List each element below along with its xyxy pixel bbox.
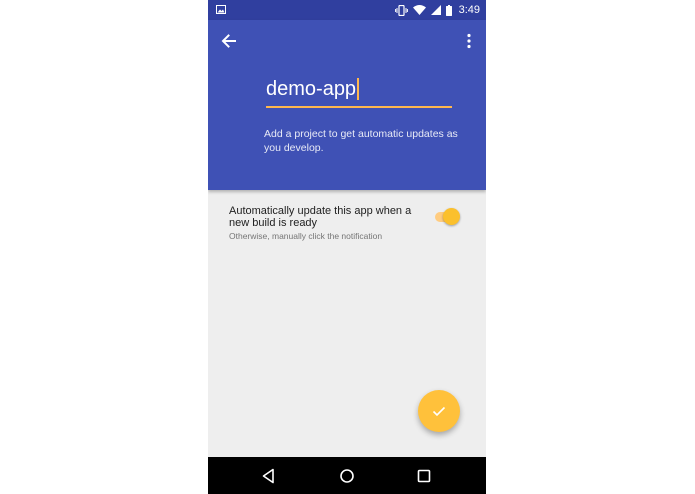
project-helper-text: Add a project to get automatic updates a… [264,128,458,154]
setting-subtitle: Otherwise, manually click the notificati… [229,231,383,241]
toggle-thumb [443,208,460,225]
wifi-icon [412,5,426,15]
nav-recents-button[interactable] [414,466,434,486]
phone-screen: 3:49 demo-app Add a project to get autom… [208,0,486,494]
signal-icon [430,5,441,15]
nav-home-icon [340,469,354,483]
nav-back-icon [262,468,274,484]
battery-icon [445,4,452,16]
status-bar: 3:49 [208,0,486,20]
arrow-back-icon [221,34,236,48]
status-icons: 3:49 [394,0,480,20]
project-name-field[interactable]: demo-app [266,76,452,108]
nav-back-button[interactable] [259,466,279,486]
project-name-input[interactable]: demo-app [266,76,356,102]
text-cursor [357,78,360,101]
check-icon [432,406,446,417]
nav-home-button[interactable] [337,466,357,486]
more-vert-icon [467,33,471,49]
image-icon [216,5,226,14]
status-time: 3:49 [458,4,480,16]
overflow-menu-button[interactable] [462,30,476,52]
nav-recents-icon [417,469,431,483]
auto-update-toggle[interactable] [433,206,461,228]
vibrate-icon [394,4,408,16]
setting-title: Automatically update this app when a new… [229,205,412,229]
system-nav-bar [208,457,486,494]
back-button[interactable] [218,30,240,52]
confirm-fab-button[interactable] [418,390,460,432]
project-header: demo-app Add a project to get automatic … [208,20,486,190]
